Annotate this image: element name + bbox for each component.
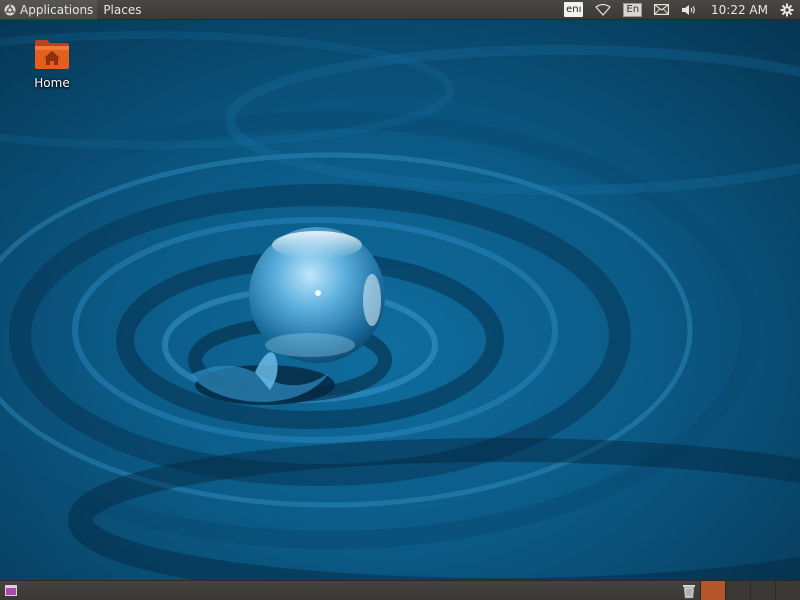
settings-gear-icon (780, 3, 794, 16)
places-label: Places (103, 2, 142, 17)
mail-icon (654, 4, 670, 15)
desktop-icon-label: Home (34, 76, 70, 90)
show-desktop-icon (5, 585, 17, 596)
applications-label: Applications (20, 2, 94, 17)
trash-icon (683, 584, 695, 598)
keyboard-layout-label: enı (564, 2, 584, 17)
workspace-4[interactable] (775, 581, 800, 600)
bottom-panel-right (678, 581, 800, 600)
desktop-icon-home[interactable]: Home (26, 38, 78, 90)
desktop-wallpaper (0, 0, 800, 600)
clock[interactable]: 10:22 AM (703, 0, 776, 20)
places-menu[interactable]: Places (97, 0, 145, 20)
session-menu[interactable] (776, 0, 800, 20)
keyboard-layout-indicator[interactable]: enı (558, 0, 589, 20)
system-tray: enı En 10:22 AM (558, 0, 800, 20)
network-indicator[interactable] (589, 0, 617, 20)
home-folder-icon (35, 40, 69, 69)
applications-menu[interactable]: Applications (0, 0, 98, 20)
volume-icon (682, 4, 695, 15)
language-indicator[interactable]: En (617, 0, 648, 20)
bottom-panel (0, 580, 800, 600)
sound-indicator[interactable] (675, 0, 703, 20)
trash-applet[interactable] (678, 581, 700, 600)
workspace-3[interactable] (750, 581, 775, 600)
show-desktop-button[interactable] (0, 581, 22, 600)
top-panel: Applications Places enı En 10:22 AM (0, 0, 800, 20)
messaging-indicator[interactable] (648, 0, 675, 20)
wifi-icon (595, 3, 611, 16)
workspace-1[interactable] (700, 581, 725, 600)
language-label: En (623, 2, 643, 17)
workspace-2[interactable] (725, 581, 750, 600)
ubuntu-logo-icon (4, 4, 16, 15)
